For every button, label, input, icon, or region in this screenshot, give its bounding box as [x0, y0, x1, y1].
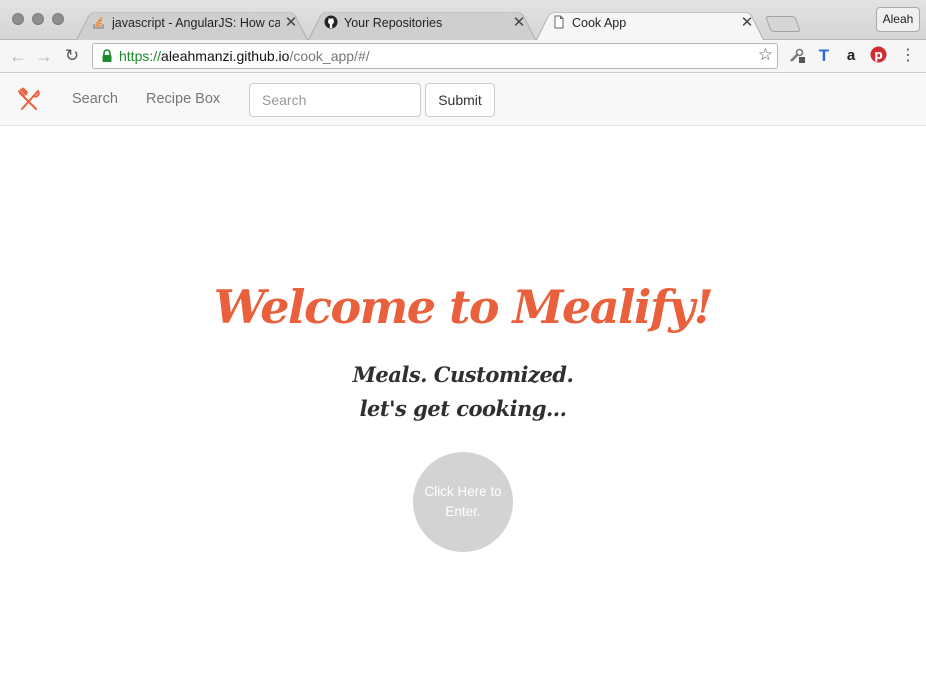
tab-title: Cook App [572, 16, 627, 30]
close-tab-icon[interactable]: ✕ [284, 9, 298, 37]
url-host: aleahmanzi.github.io [161, 48, 290, 64]
close-tab-icon[interactable]: ✕ [512, 9, 526, 37]
forward-arrow-icon[interactable]: → [32, 44, 56, 68]
profile-button[interactable]: Aleah [876, 7, 920, 32]
reload-icon[interactable]: ↻ [60, 44, 84, 68]
enter-button[interactable]: Click Here to Enter. [413, 452, 513, 552]
browser-tab-stackoverflow[interactable]: javascript - AngularJS: How ca ✕ [76, 8, 308, 40]
nav-link-search[interactable]: Search [72, 91, 118, 107]
stackoverflow-icon [93, 16, 104, 29]
close-tab-icon[interactable]: ✕ [740, 9, 754, 37]
address-bar[interactable]: https://aleahmanzi.github.io/cook_app/#/… [92, 43, 778, 69]
submit-button[interactable]: Submit [425, 83, 495, 117]
search-input[interactable] [249, 83, 421, 117]
browser-tab-strip: javascript - AngularJS: How ca ✕ Your Re… [0, 0, 926, 40]
nav-link-recipe-box[interactable]: Recipe Box [146, 91, 220, 107]
browser-menu-icon[interactable]: ⋮ [898, 46, 918, 66]
tab-title: Your Repositories [344, 16, 443, 30]
pinterest-icon: p [870, 46, 886, 63]
extension-tool-icon[interactable] [787, 46, 807, 66]
url-scheme: https:// [119, 48, 162, 64]
hero-subtagline: let's get cooking... [359, 396, 567, 421]
pinterest-extension-icon[interactable]: p [868, 46, 888, 66]
browser-toolbar: ← → ↻ https://aleahmanzi.github.io/cook_… [0, 40, 926, 73]
page-icon [554, 15, 564, 29]
lock-icon [102, 49, 112, 62]
window-zoom-control[interactable] [52, 13, 64, 25]
app-navbar: Search Recipe Box Submit [0, 74, 926, 126]
tab-title: javascript - AngularJS: How ca [112, 16, 280, 30]
window-close-control[interactable] [12, 13, 24, 25]
svg-text:p: p [874, 48, 883, 62]
new-tab-button[interactable] [765, 16, 801, 32]
wrench-icon [790, 48, 805, 63]
browser-tab-github[interactable]: Your Repositories ✕ [308, 8, 536, 40]
window-minimize-control[interactable] [32, 13, 44, 25]
extension-t-icon[interactable]: T [814, 46, 834, 66]
fork-knife-logo-icon[interactable] [16, 87, 42, 113]
bookmark-star-icon[interactable]: ☆ [758, 45, 773, 65]
back-arrow-icon[interactable]: ← [6, 44, 30, 68]
amazon-extension-icon[interactable]: a [841, 46, 861, 66]
url-text: https://aleahmanzi.github.io/cook_app/#/ [119, 48, 370, 64]
url-path: /cook_app/#/ [289, 48, 370, 64]
browser-tab-cook-app[interactable]: Cook App ✕ [536, 8, 764, 40]
hero-title: Welcome to Mealify! [213, 280, 714, 334]
hero-tagline: Meals. Customized. [352, 362, 574, 387]
github-icon [324, 15, 338, 29]
